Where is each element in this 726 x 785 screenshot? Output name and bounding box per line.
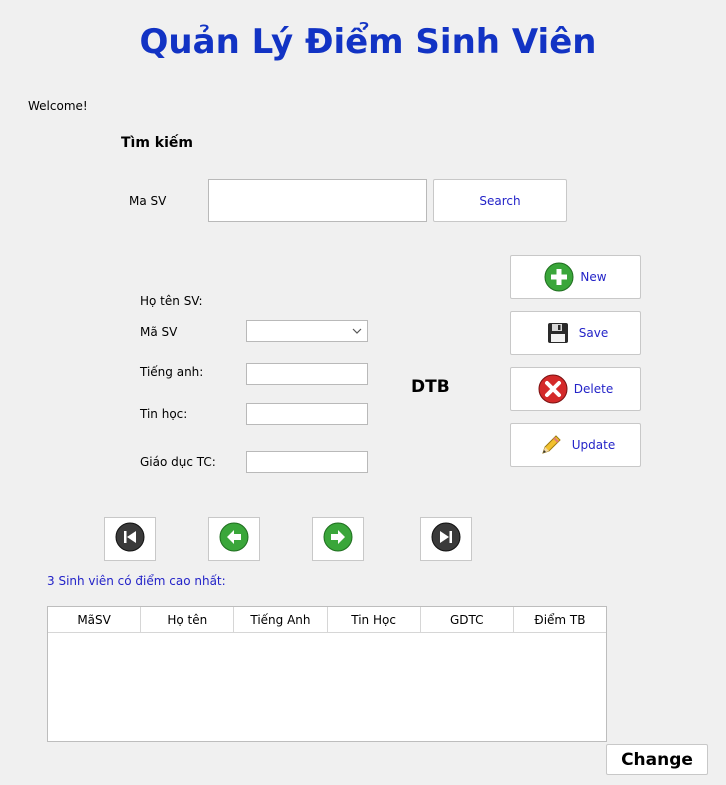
change-button[interactable]: Change <box>606 744 708 775</box>
column-header[interactable]: MãSV <box>48 607 142 632</box>
top-students-caption: 3 Sinh viên có điểm cao nhất: <box>47 574 226 588</box>
new-button[interactable]: New <box>510 255 641 299</box>
first-record-icon <box>115 522 145 556</box>
search-heading: Tìm kiếm <box>121 135 194 151</box>
next-record-button[interactable] <box>312 517 364 561</box>
english-input[interactable] <box>246 363 368 385</box>
student-name-label: Họ tên SV: <box>140 294 203 308</box>
student-id-select[interactable] <box>246 320 368 342</box>
search-button-label: Search <box>479 193 521 208</box>
last-record-icon <box>431 522 461 556</box>
welcome-text: Welcome! <box>28 99 88 113</box>
plus-circle-icon <box>544 262 574 292</box>
close-circle-icon <box>538 374 568 404</box>
update-button[interactable]: Update <box>510 423 641 467</box>
table-header: MãSV Họ tên Tiếng Anh Tin Học GDTC Điểm … <box>48 607 606 633</box>
it-label: Tin học: <box>140 407 188 421</box>
change-button-label: Change <box>621 749 693 770</box>
page-title: Quản Lý Điểm Sinh Viên <box>139 22 597 62</box>
update-button-label: Update <box>571 438 616 452</box>
top-students-table[interactable]: MãSV Họ tên Tiếng Anh Tin Học GDTC Điểm … <box>47 606 607 742</box>
column-header[interactable]: Tin Học <box>328 607 421 632</box>
column-header[interactable]: Họ tên <box>141 607 235 632</box>
delete-button-label: Delete <box>573 382 614 396</box>
save-button[interactable]: Save <box>510 311 641 355</box>
search-input[interactable] <box>208 179 427 222</box>
column-header[interactable]: Điểm TB <box>514 607 606 632</box>
pe-input[interactable] <box>246 451 368 473</box>
it-input[interactable] <box>246 403 368 425</box>
chevron-down-icon <box>352 328 362 334</box>
pencil-icon <box>536 430 566 460</box>
first-record-button[interactable] <box>104 517 156 561</box>
new-button-label: New <box>580 270 607 284</box>
pe-label: Giáo dục TC: <box>140 455 216 469</box>
search-button[interactable]: Search <box>433 179 567 222</box>
floppy-disk-icon <box>543 318 573 348</box>
column-header[interactable]: Tiếng Anh <box>234 607 328 632</box>
arrow-left-icon <box>219 522 249 556</box>
delete-button[interactable]: Delete <box>510 367 641 411</box>
student-id-label: Mã SV <box>140 325 178 339</box>
average-score-label: DTB <box>411 377 450 397</box>
last-record-button[interactable] <box>420 517 472 561</box>
arrow-right-icon <box>323 522 353 556</box>
search-id-label: Ma SV <box>129 194 167 208</box>
english-label: Tiếng anh: <box>140 365 204 379</box>
column-header[interactable]: GDTC <box>421 607 514 632</box>
previous-record-button[interactable] <box>208 517 260 561</box>
save-button-label: Save <box>578 326 609 340</box>
